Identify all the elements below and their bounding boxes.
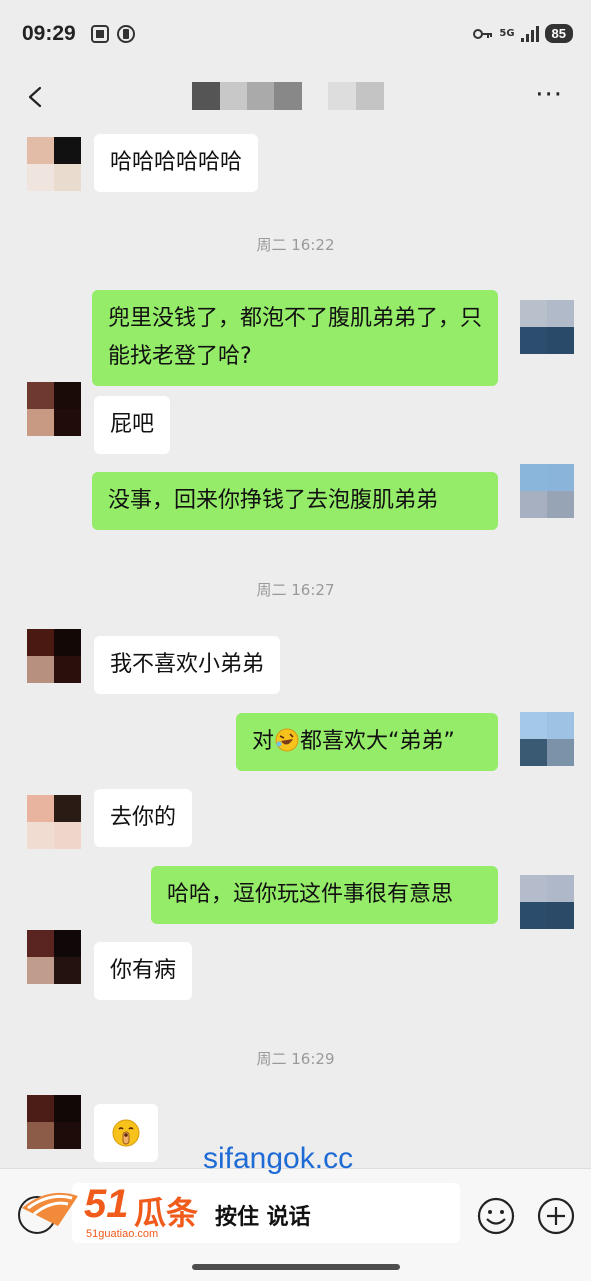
battery-level: 85 (544, 24, 573, 43)
message-bubble-incoming[interactable] (94, 1104, 158, 1162)
contact-name-blurred (192, 82, 302, 110)
message-text: 屁吧 (110, 412, 155, 437)
my-avatar[interactable] (520, 712, 574, 766)
notification-icon (117, 25, 135, 43)
shushing-face-emoji (112, 1119, 140, 1147)
message-bubble-incoming[interactable]: 你有病 (94, 942, 193, 1000)
contact-avatar[interactable] (27, 137, 81, 191)
rolling-laughing-emoji (275, 728, 299, 752)
message-timestamp: 周二 16:22 (256, 236, 335, 254)
contact-avatar[interactable] (27, 382, 81, 436)
message-text: 哈哈哈哈哈哈 (110, 150, 243, 175)
watermark-melon-icon (22, 1192, 78, 1226)
emoji-button[interactable] (476, 1196, 516, 1236)
contact-avatar[interactable] (27, 1095, 81, 1149)
message-bubble-outgoing[interactable]: 没事，回来你挣钱了去泡腹肌弟弟 (92, 472, 498, 530)
status-bar: 09:29 5G 85 (0, 0, 591, 70)
contact-avatar[interactable] (27, 629, 81, 683)
back-button[interactable] (22, 82, 52, 112)
more-actions-plus-button[interactable] (536, 1196, 576, 1236)
signal-icon (520, 25, 539, 42)
screen-record-icon (91, 25, 109, 43)
my-avatar[interactable] (520, 300, 574, 354)
status-time: 09:29 (22, 22, 76, 45)
message-text-after: 都喜欢大“弟弟” (300, 729, 455, 754)
home-indicator[interactable] (192, 1264, 400, 1270)
message-bubble-incoming[interactable]: 去你的 (94, 789, 193, 847)
watermark-logo-sub: 51guatiao.com (86, 1228, 159, 1240)
my-avatar[interactable] (520, 464, 574, 518)
message-bubble-outgoing[interactable]: 对 都喜欢大“弟弟” (236, 713, 498, 771)
contact-avatar[interactable] (27, 930, 81, 984)
message-timestamp: 周二 16:29 (256, 1050, 335, 1068)
message-text: 你有病 (110, 958, 177, 983)
network-type: 5G (499, 27, 515, 39)
message-bubble-outgoing[interactable]: 兜里没钱了，都泡不了腹肌弟弟了，只能找老登了哈? (92, 290, 498, 386)
message-text: 去你的 (110, 805, 177, 830)
message-bubble-incoming[interactable]: 屁吧 (94, 396, 171, 454)
message-bubble-incoming[interactable]: 哈哈哈哈哈哈 (94, 134, 259, 192)
contact-name-blurred-2 (328, 82, 384, 110)
message-text-before: 对 (252, 729, 275, 754)
message-text: 没事，回来你挣钱了去泡腹肌弟弟 (108, 488, 439, 513)
message-bubble-outgoing[interactable]: 哈哈，逗你玩这件事很有意思 (151, 866, 498, 924)
message-list[interactable]: 哈哈哈哈哈哈 周二 16:22 兜里没钱了，都泡不了腹肌弟弟了，只能找老登了哈?… (0, 130, 591, 1170)
watermark-logo: 51 瓜条 51guatiao.com (14, 1182, 204, 1244)
message-bubble-incoming[interactable]: 我不喜欢小弟弟 (94, 636, 281, 694)
message-text: 我不喜欢小弟弟 (110, 652, 265, 677)
watermark-site: sifangok.cc (203, 1142, 354, 1175)
more-options-button[interactable]: ··· (535, 82, 563, 108)
my-avatar[interactable] (520, 875, 574, 929)
message-timestamp: 周二 16:27 (256, 581, 335, 599)
watermark-logo-number: 51 (84, 1182, 129, 1226)
contact-avatar[interactable] (27, 795, 81, 849)
message-text: 兜里没钱了，都泡不了腹肌弟弟了，只能找老登了哈? (108, 306, 483, 369)
chat-header: ··· (0, 70, 591, 130)
message-text: 哈哈，逗你玩这件事很有意思 (167, 882, 454, 907)
hold-to-talk-label: 按住 说话 (215, 1205, 311, 1230)
key-icon (473, 28, 493, 39)
